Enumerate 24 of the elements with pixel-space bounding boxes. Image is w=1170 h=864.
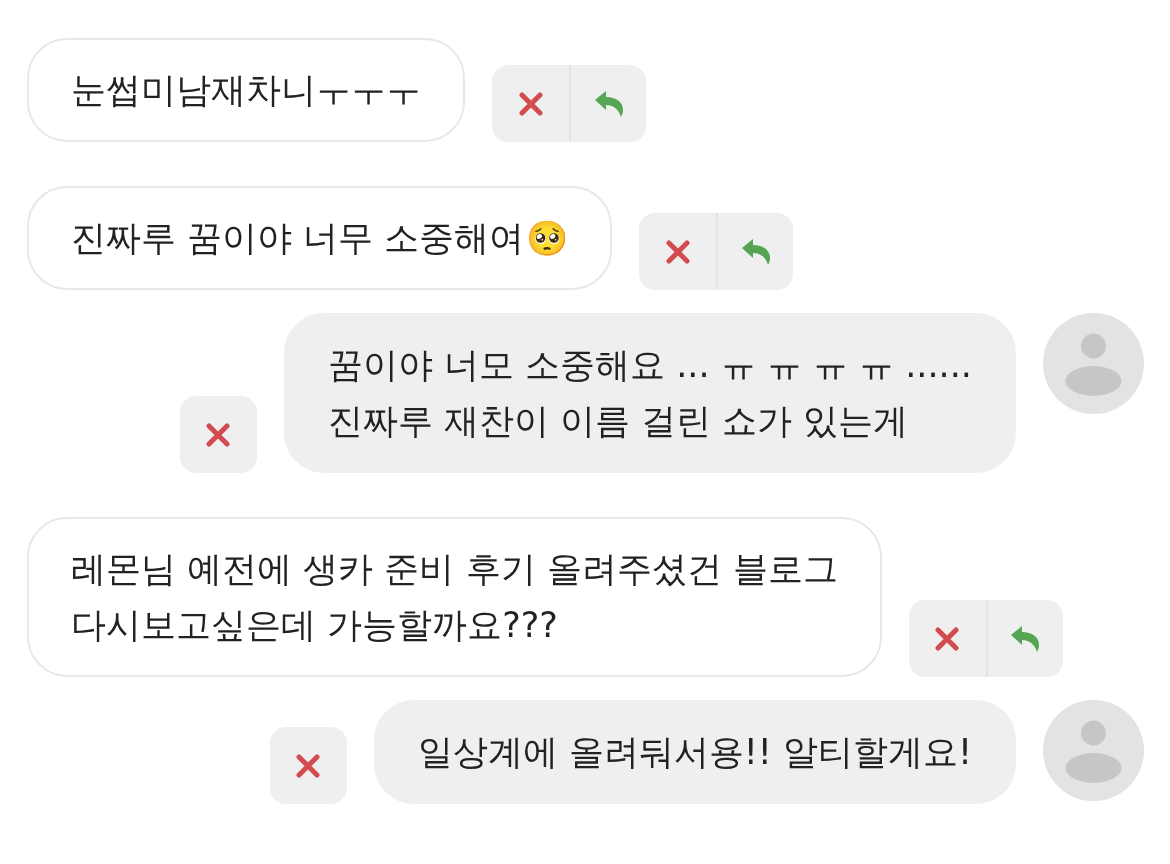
- message-text: 레몬님 예전에 생카 준비 후기 올려주셨건 블로그 다시보고싶은데 가능할까요???: [71, 548, 838, 647]
- x-mark-icon: [206, 422, 231, 447]
- user-avatar-icon: [1043, 313, 1144, 414]
- user-avatar-icon: [1043, 700, 1144, 801]
- x-mark-icon: [935, 626, 960, 651]
- x-mark-icon: [296, 753, 321, 778]
- reply-button[interactable]: [569, 65, 646, 142]
- delete-button[interactable]: [492, 65, 569, 142]
- reply-button[interactable]: [716, 213, 794, 290]
- curved-arrow-icon: [740, 237, 771, 266]
- x-mark-icon: [518, 91, 543, 116]
- message-text: 진짜루 꿈이야 너무 소중해여: [71, 217, 525, 260]
- delete-button[interactable]: [908, 600, 986, 677]
- pleading-face-emoji-icon: 🥺: [526, 210, 569, 266]
- message-text: 꿈이야 너모 소중해요 ... ㅠ ㅠ ㅠ ㅠ ...... 진짜루 재찬이 이름 걸린 쇼가 있는게: [327, 344, 972, 443]
- message-text: 눈썹미남재차니ㅜㅜㅜ: [71, 69, 421, 112]
- delete-button[interactable]: [179, 396, 257, 473]
- curved-arrow-icon: [593, 89, 624, 118]
- x-mark-icon: [665, 239, 690, 264]
- message-text: 일상계에 올려둬서용!! 알티할게요!: [417, 731, 972, 774]
- delete-button[interactable]: [639, 213, 717, 290]
- curved-arrow-icon: [1010, 624, 1041, 653]
- delete-button[interactable]: [269, 727, 347, 804]
- reply-button[interactable]: [985, 600, 1063, 677]
